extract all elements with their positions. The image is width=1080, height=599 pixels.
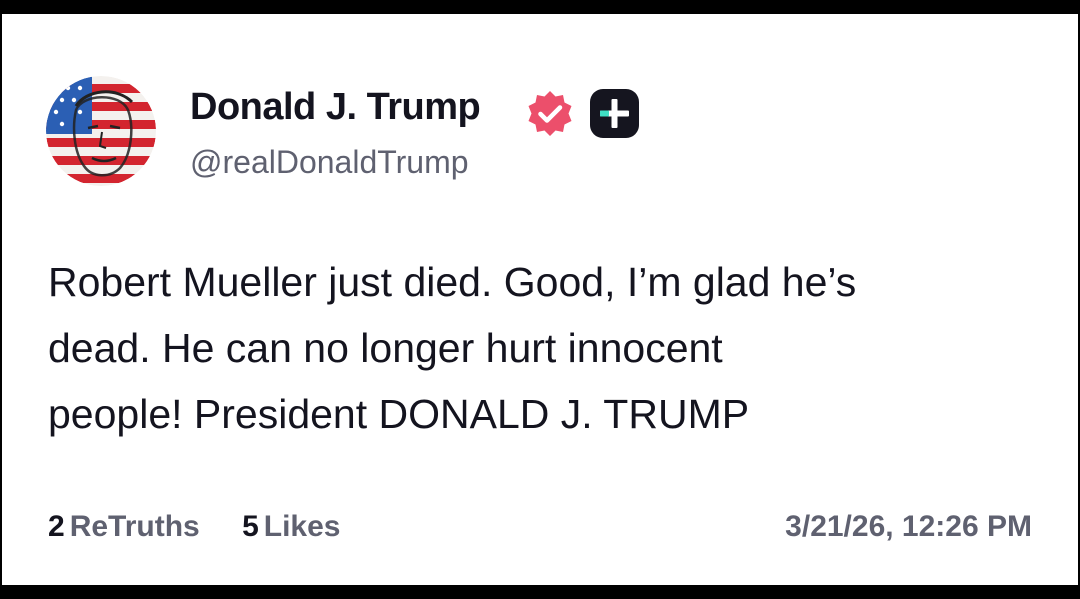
post-timestamp[interactable]: 3/21/26, 12:26 PM [785, 510, 1032, 544]
retruths-count: 2 [48, 510, 65, 543]
post-text-line: people! President DONALD J. TRUMP [48, 391, 750, 437]
likes-stat[interactable]: 5 Likes [242, 510, 340, 544]
post-text-line: Robert Mueller just died. Good, I’m glad… [48, 259, 857, 305]
avatar[interactable] [46, 76, 156, 186]
author-handle[interactable]: @realDonaldTrump [190, 144, 469, 181]
retruths-stat[interactable]: 2 ReTruths [48, 510, 200, 544]
post-card: Donald J. Trump @realDonaldTrump Robert … [0, 14, 1080, 585]
plus-badge-icon [589, 88, 640, 139]
verified-badge-icon [525, 89, 575, 139]
likes-label: Likes [263, 510, 341, 543]
retruths-label: ReTruths [69, 510, 200, 543]
post-body: Robert Mueller just died. Good, I’m glad… [48, 249, 1038, 447]
author-display-name[interactable]: Donald J. Trump [190, 86, 481, 129]
post-text-line: dead. He can no longer hurt innocent [48, 325, 723, 371]
post-stats: 2 ReTruths 5 Likes [48, 510, 374, 544]
likes-count: 5 [242, 510, 259, 543]
